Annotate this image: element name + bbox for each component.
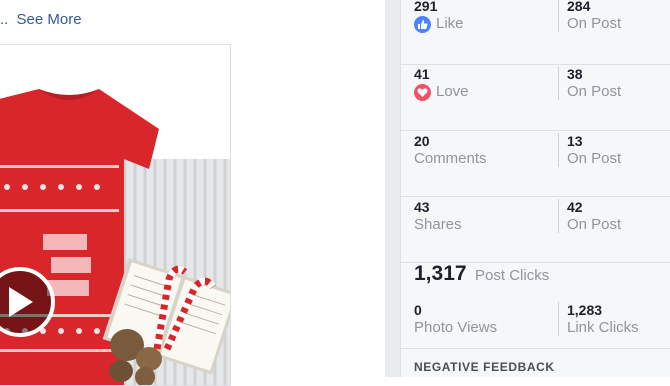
- loves-count: 41: [414, 66, 430, 82]
- photo-views-count: 0: [414, 302, 422, 318]
- shares-on-post-count: 42: [567, 199, 583, 215]
- loves-on-post: 38 On Post: [558, 66, 670, 100]
- tshirt-product-image: [0, 89, 230, 385]
- post-clicks-label: Post Clicks: [475, 267, 550, 284]
- comments-total: 20 Comments: [414, 133, 544, 169]
- stat-row-shares: 43 Shares 42 On Post: [401, 196, 670, 263]
- page-gutter: [385, 0, 400, 377]
- photo-views: 0 Photo Views: [414, 302, 544, 338]
- post-insights-panel: 291 Like 284 On Post 41 Love 38 On Post …: [400, 0, 670, 377]
- post-clicks-summary: 1,317 Post Clicks: [414, 262, 549, 286]
- shares-on-post: 42 On Post: [558, 199, 670, 233]
- likes-on-post-count: 284: [567, 0, 591, 14]
- loves-total: 41 Love: [414, 66, 544, 102]
- comments-on-post-label: On Post: [567, 150, 622, 167]
- stat-row-likes: 291 Like 284 On Post: [401, 0, 670, 65]
- shares-total: 43 Shares: [414, 199, 544, 235]
- section-divider: [401, 348, 670, 349]
- shares-on-post-label: On Post: [567, 216, 622, 233]
- stat-row-loves: 41 Love 38 On Post: [401, 64, 670, 131]
- post-video-thumbnail[interactable]: [0, 59, 230, 385]
- see-more-row: .. See More: [0, 11, 82, 28]
- likes-on-post-label: On Post: [567, 15, 622, 32]
- see-more-link[interactable]: See More: [17, 11, 82, 28]
- thumbs-up-icon: [414, 15, 431, 33]
- link-clicks-label: Link Clicks: [567, 319, 639, 336]
- shares-count: 43: [414, 199, 430, 215]
- loves-on-post-label: On Post: [567, 83, 622, 100]
- post-clicks-count: 1,317: [414, 262, 467, 285]
- post-area: .. See More: [0, 0, 385, 386]
- truncation-dots: ..: [0, 11, 9, 28]
- comments-on-post: 13 On Post: [558, 133, 670, 167]
- loves-label: Love: [436, 83, 469, 100]
- photo-views-label: Photo Views: [414, 319, 498, 336]
- negative-feedback-heading: NEGATIVE FEEDBACK: [414, 360, 555, 374]
- comments-count: 20: [414, 133, 430, 149]
- loves-on-post-count: 38: [567, 66, 583, 82]
- likes-count: 291: [414, 0, 438, 14]
- likes-label: Like: [436, 15, 464, 32]
- comments-label: Comments: [414, 150, 487, 167]
- link-clicks: 1,283 Link Clicks: [558, 302, 670, 336]
- link-clicks-count: 1,283: [567, 302, 603, 318]
- shares-label: Shares: [414, 216, 462, 233]
- heart-icon: [414, 83, 431, 101]
- comments-on-post-count: 13: [567, 133, 583, 149]
- likes-total: 291 Like: [414, 0, 544, 34]
- likes-on-post: 284 On Post: [558, 0, 670, 32]
- play-icon: [9, 287, 33, 317]
- stat-row-comments: 20 Comments 13 On Post: [401, 130, 670, 197]
- post-media-card: [0, 44, 231, 386]
